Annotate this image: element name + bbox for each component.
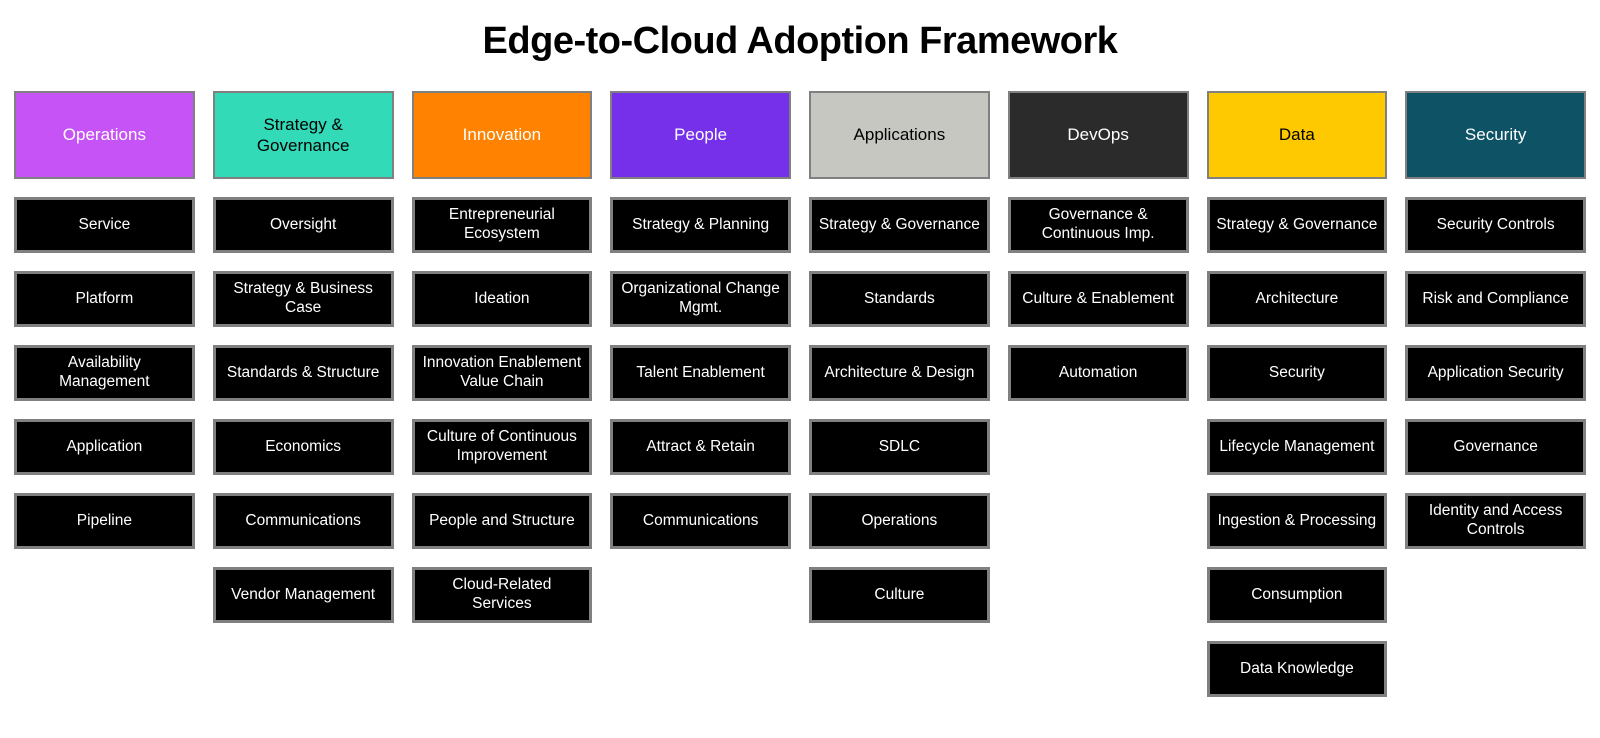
item-box: Identity and Access Controls (1405, 493, 1586, 549)
item-box: Communications (610, 493, 791, 549)
item-box: Strategy & Business Case (213, 271, 394, 327)
item-box: Ideation (412, 271, 593, 327)
column-people: People Strategy & Planning Organizational … (610, 91, 791, 549)
item-box: Operations (809, 493, 990, 549)
column-items-strategy-governance: Oversight Strategy & Business Case Standar… (213, 197, 394, 623)
column-innovation: Innovation Entrepreneurial Ecosystem Ideat… (412, 91, 593, 623)
item-box: Communications (213, 493, 394, 549)
column-applications: Applications Strategy & Governance Standar… (809, 91, 990, 623)
column-devops: DevOps Governance & Continuous Imp. Cultur… (1008, 91, 1189, 401)
item-box: Automation (1008, 345, 1189, 401)
item-box: Culture & Enablement (1008, 271, 1189, 327)
item-box: Cloud-Related Services (412, 567, 593, 623)
item-box: Governance (1405, 419, 1586, 475)
item-box: Standards (809, 271, 990, 327)
column-header-operations: Operations (14, 91, 195, 179)
item-box: Application Security (1405, 345, 1586, 401)
column-header-security: Security (1405, 91, 1586, 179)
item-box: Culture of Continuous Improvement (412, 419, 593, 475)
item-box: Ingestion & Processing (1207, 493, 1388, 549)
column-header-people: People (610, 91, 791, 179)
column-items-devops: Governance & Continuous Imp. Culture & En… (1008, 197, 1189, 401)
page-title: Edge-to-Cloud Adoption Framework (14, 20, 1586, 63)
column-items-data: Strategy & Governance Architecture Securit… (1207, 197, 1388, 697)
item-box: Strategy & Governance (1207, 197, 1388, 253)
item-box: Governance & Continuous Imp. (1008, 197, 1189, 253)
item-box: Entrepreneurial Ecosystem (412, 197, 593, 253)
column-header-innovation: Innovation (412, 91, 593, 179)
column-data: Data Strategy & Governance Architecture Sec… (1207, 91, 1388, 697)
item-box: Consumption (1207, 567, 1388, 623)
item-box: SDLC (809, 419, 990, 475)
item-box: Economics (213, 419, 394, 475)
item-box: Attract & Retain (610, 419, 791, 475)
column-items-operations: Service Platform Availability Management Ap… (14, 197, 195, 549)
column-header-data: Data (1207, 91, 1388, 179)
column-items-security: Security Controls Risk and Compliance Appl… (1405, 197, 1586, 549)
item-box: Talent Enablement (610, 345, 791, 401)
column-items-innovation: Entrepreneurial Ecosystem Ideation Innovat… (412, 197, 593, 623)
item-box: Security (1207, 345, 1388, 401)
item-box: Application (14, 419, 195, 475)
column-security: Security Security Controls Risk and Compli… (1405, 91, 1586, 549)
column-header-devops: DevOps (1008, 91, 1189, 179)
column-items-applications: Strategy & Governance Standards Architectu… (809, 197, 990, 623)
framework-grid: Operations Service Platform Availability Ma… (14, 91, 1586, 697)
column-header-applications: Applications (809, 91, 990, 179)
item-box: Standards & Structure (213, 345, 394, 401)
item-box: Risk and Compliance (1405, 271, 1586, 327)
column-items-people: Strategy & Planning Organizational Change… (610, 197, 791, 549)
column-operations: Operations Service Platform Availability Ma… (14, 91, 195, 549)
item-box: Availability Management (14, 345, 195, 401)
item-box: Strategy & Governance (809, 197, 990, 253)
item-box: Platform (14, 271, 195, 327)
item-box: Security Controls (1405, 197, 1586, 253)
item-box: Oversight (213, 197, 394, 253)
item-box: Data Knowledge (1207, 641, 1388, 697)
item-box: Architecture (1207, 271, 1388, 327)
item-box: People and Structure (412, 493, 593, 549)
column-header-strategy-governance: Strategy & Governance (213, 91, 394, 179)
item-box: Service (14, 197, 195, 253)
item-box: Vendor Management (213, 567, 394, 623)
item-box: Pipeline (14, 493, 195, 549)
item-box: Lifecycle Management (1207, 419, 1388, 475)
item-box: Strategy & Planning (610, 197, 791, 253)
item-box: Innovation Enablement Value Chain (412, 345, 593, 401)
item-box: Organizational Change Mgmt. (610, 271, 791, 327)
item-box: Architecture & Design (809, 345, 990, 401)
column-strategy-governance: Strategy & Governance Oversight Strategy &… (213, 91, 394, 623)
item-box: Culture (809, 567, 990, 623)
